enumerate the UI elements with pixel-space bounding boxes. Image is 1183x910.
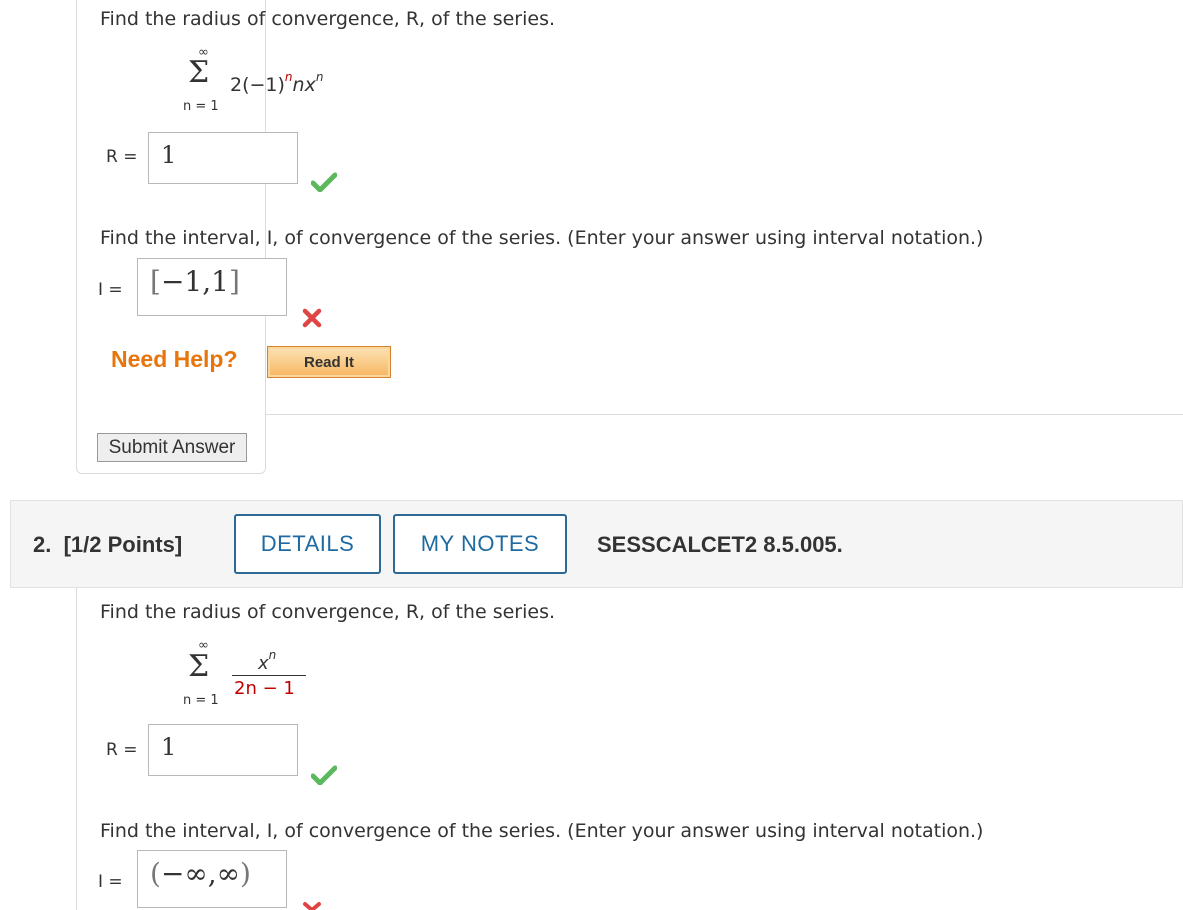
- divider-line: [266, 414, 1183, 415]
- question2-panel-border: [76, 588, 77, 910]
- my-notes-button[interactable]: MY NOTES: [393, 514, 567, 574]
- submit-answer-button[interactable]: Submit Answer: [97, 433, 247, 462]
- cross-icon: [302, 308, 322, 328]
- q1-radius-prompt: Find the radius of convergence, R, of th…: [100, 8, 556, 30]
- cross-icon: [303, 902, 321, 910]
- q2-sum-lower: n = 1: [183, 693, 219, 708]
- read-it-button[interactable]: Read It: [267, 346, 391, 378]
- q1-i-input[interactable]: [−1,1]: [137, 258, 287, 316]
- q2-interval-prompt: Find the interval, I, of convergence of …: [100, 820, 984, 842]
- q2-sigma: Σ: [188, 649, 210, 684]
- q1-sum-lower: n = 1: [183, 99, 219, 114]
- q2-denominator: 2n − 1: [234, 678, 295, 699]
- q2-numerator: xn: [258, 648, 277, 674]
- q1-interval-prompt: Find the interval, I, of convergence of …: [100, 227, 984, 249]
- q2-i-label: I =: [98, 872, 123, 892]
- q1-i-label: I =: [98, 280, 123, 300]
- q1-r-input[interactable]: 1: [148, 132, 298, 184]
- q1-sigma: Σ: [188, 55, 210, 90]
- check-icon: [311, 765, 337, 785]
- q1-r-label: R =: [106, 147, 138, 167]
- need-help-label: Need Help?: [111, 346, 238, 372]
- q2-radius-prompt: Find the radius of convergence, R, of th…: [100, 601, 556, 623]
- details-button[interactable]: DETAILS: [234, 514, 381, 574]
- problem-code: SESSCALCET2 8.5.005.: [597, 532, 843, 557]
- q1-series-term: 2(−1)nnxn: [230, 70, 324, 96]
- q2-r-label: R =: [106, 740, 138, 760]
- check-icon: [311, 172, 337, 192]
- q2-fraction-bar: [232, 675, 306, 676]
- q2-number-points: 2. [1/2 Points]: [33, 532, 183, 557]
- q2-i-input[interactable]: (−∞,∞): [137, 850, 287, 908]
- q2-r-input[interactable]: 1: [148, 724, 298, 776]
